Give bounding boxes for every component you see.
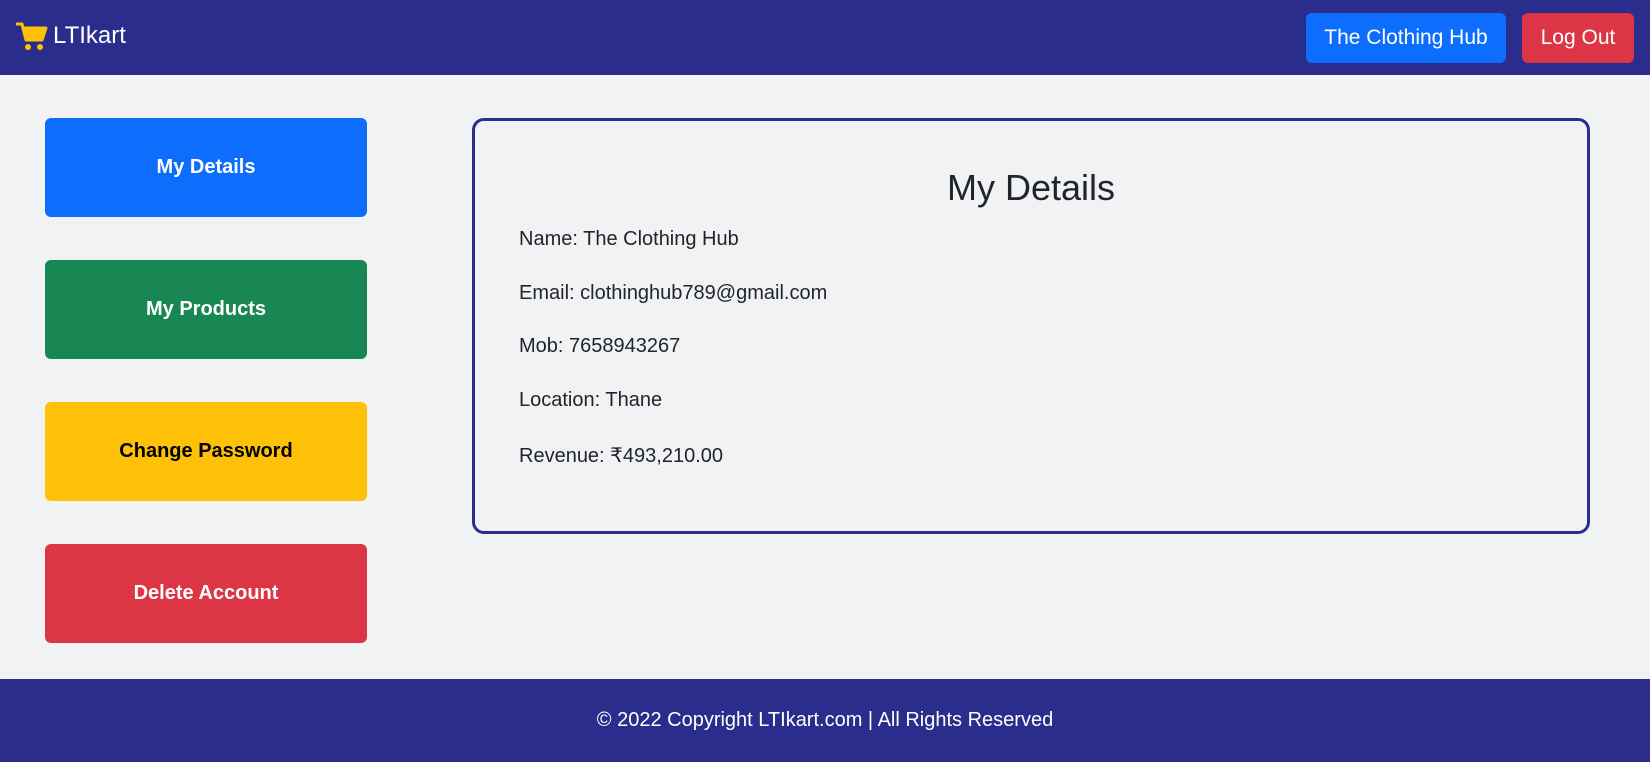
footer: © 2022 Copyright LTIkart.com | All Right…	[0, 679, 1650, 762]
details-card: My Details Name: The Clothing Hub Email:…	[472, 118, 1590, 534]
footer-copyright: © 2022 Copyright LTIkart.com | All Right…	[596, 709, 1054, 731]
my-details-button[interactable]: My Details	[45, 118, 367, 217]
detail-name: Name: The Clothing Hub	[519, 228, 739, 250]
detail-mob: Mob: 7658943267	[519, 335, 681, 357]
detail-location: Location: Thane	[519, 389, 663, 411]
detail-revenue: Revenue: ₹493,210.00	[519, 445, 723, 467]
my-products-button[interactable]: My Products	[45, 260, 367, 359]
details-title: My Details	[946, 167, 1116, 208]
change-password-button[interactable]: Change Password	[45, 402, 367, 501]
top-navbar: LTIkart The Clothing Hub Log Out	[0, 0, 1650, 75]
brand-label: LTIkart	[53, 22, 126, 49]
store-name-button[interactable]: The Clothing Hub	[1306, 13, 1506, 63]
brand-link[interactable]: LTIkart	[16, 20, 126, 52]
delete-account-button[interactable]: Delete Account	[45, 544, 367, 643]
logout-button[interactable]: Log Out	[1522, 13, 1634, 63]
detail-email: Email: clothinghub789@gmail.com	[519, 282, 828, 304]
shopping-cart-icon	[16, 22, 48, 50]
